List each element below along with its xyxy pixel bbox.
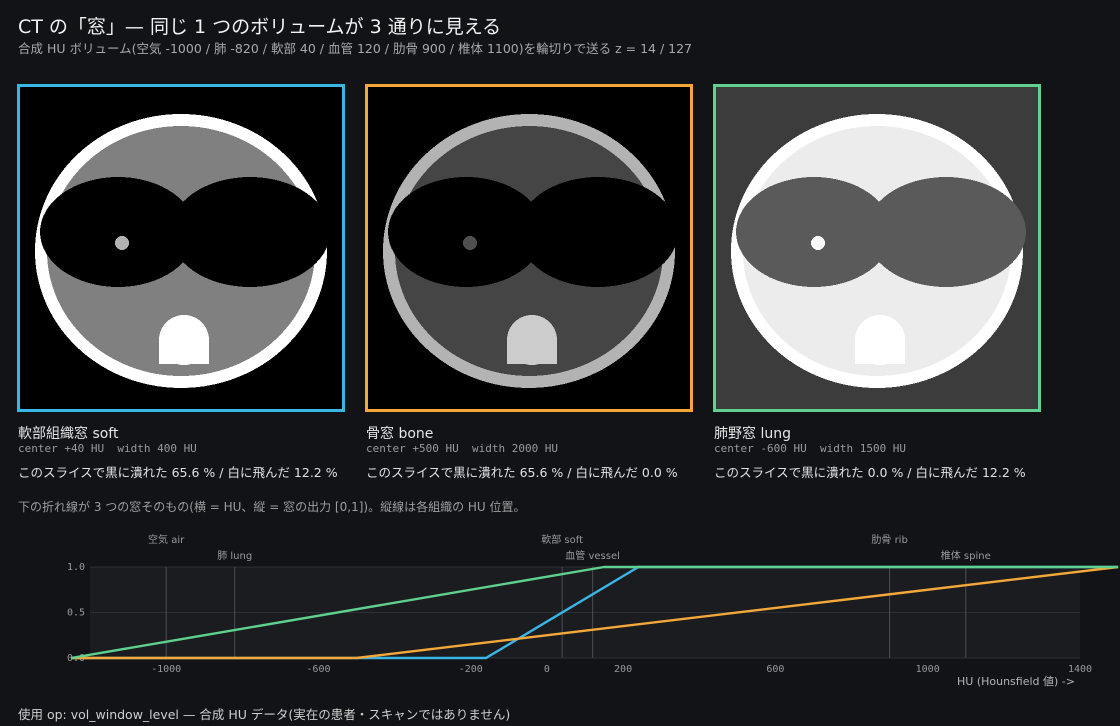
x-tick-label: 1000 (916, 664, 940, 675)
lung-center (776, 209, 986, 257)
ct-slice-image (716, 87, 1038, 409)
bone-window-label: 骨窓 bone (366, 426, 434, 442)
vessel (115, 236, 129, 250)
lung-window-view[interactable] (713, 84, 1041, 412)
tissue-marker-label: 軟部 soft (541, 533, 583, 546)
x-tick-label: -600 (306, 664, 330, 675)
spine-body (159, 340, 209, 364)
lung-window-label: 肺野窓 lung (714, 426, 791, 442)
tissue-marker-label: 肋骨 rib (871, 533, 907, 546)
x-axis-label: HU (Hounsfield 値) -> (957, 675, 1075, 688)
soft-window-label: 軟部組織窓 soft (18, 426, 119, 442)
x-tick-label: 600 (766, 664, 784, 675)
tissue-marker-label: 血管 vessel (565, 549, 620, 562)
tissue-marker-label: 肺 lung (217, 550, 252, 562)
spine-body (855, 340, 905, 364)
lung-center (80, 209, 290, 257)
bone-window-view[interactable] (365, 84, 693, 412)
bone-window-stats: このスライスで黒に潰れた 65.6 % / 白に飛んだ 0.0 % (366, 465, 678, 480)
soft-window-view[interactable] (17, 84, 345, 412)
x-tick-label: 200 (614, 664, 632, 675)
lung-window-stats: このスライスで黒に潰れた 0.0 % / 白に飛んだ 12.2 % (714, 465, 1026, 480)
x-tick-label: -200 (459, 664, 483, 675)
vessel (463, 236, 477, 250)
x-tick-label: 1400 (1068, 664, 1092, 675)
page-title: CT の「窓」— 同じ 1 つのボリュームが 3 通りに見える (18, 16, 502, 38)
footer-note: 使用 op: vol_window_level — 合成 HU データ(実在の患… (18, 707, 511, 722)
ct-slice-image (20, 87, 342, 409)
window-transfer-chart: 空気 air 肺 lung 軟部 soft 血管 vessel 肋骨 rib 椎体 spi… (67, 533, 1119, 688)
tissue-marker-label: 空気 air (148, 533, 185, 546)
vessel (811, 236, 825, 250)
chart-note: 下の折れ線が 3 つの窓そのもの(横 = HU、縦 = 窓の出力 [0,1])。… (18, 500, 526, 514)
y-tick-label: 1.0 (67, 562, 85, 573)
x-tick-label: 0 (544, 664, 550, 675)
soft-window-stats: このスライスで黒に潰れた 65.6 % / 白に飛んだ 12.2 % (18, 465, 338, 480)
page-subtitle: 合成 HU ボリューム(空気 -1000 / 肺 -820 / 軟部 40 / … (18, 41, 693, 56)
soft-window-params: center +40 HU width 400 HU (18, 442, 197, 455)
lung-window-params: center -600 HU width 1500 HU (714, 442, 907, 455)
bone-window-params: center +500 HU width 2000 HU (366, 442, 559, 455)
lung-center (428, 209, 638, 257)
spine-body (507, 340, 557, 364)
tissue-marker-label: 椎体 spine (941, 549, 991, 562)
y-tick-label: 0.5 (67, 608, 85, 619)
x-tick-label: -1000 (151, 664, 181, 675)
ct-slice-image (368, 87, 690, 409)
